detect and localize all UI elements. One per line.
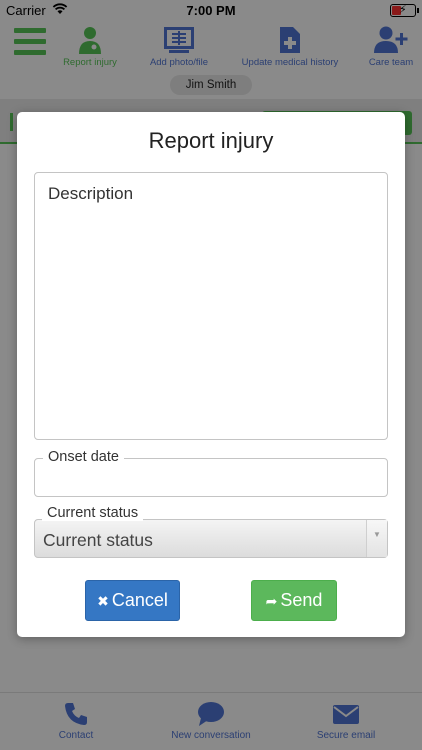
toolbar-item-label: Update medical history [241, 57, 339, 68]
phone-icon [65, 703, 87, 725]
bottom-item-label: New conversation [171, 730, 251, 741]
toolbar-update-medical-history[interactable]: Update medical history [238, 26, 342, 68]
send-label: Send [280, 590, 323, 610]
current-status-select[interactable]: Current status ▼ [34, 519, 388, 558]
toolbar-item-label: Care team [368, 57, 414, 68]
chevron-down-icon[interactable]: ▼ [366, 520, 387, 557]
cancel-button[interactable]: ✖ Cancel [85, 580, 180, 621]
toolbar-add-photo[interactable]: Add photo/file [146, 26, 212, 68]
toolbar-care-team[interactable]: Care team [366, 26, 416, 68]
current-status-label: Current status [42, 505, 144, 521]
current-status-value: Current status [43, 530, 153, 550]
bottom-bar: Contact New conversation Secure email [0, 692, 422, 750]
description-placeholder: Description [48, 184, 134, 203]
close-icon: ✖ [97, 593, 109, 609]
bottom-contact[interactable]: Contact [52, 701, 100, 741]
doctor-icon [79, 27, 101, 54]
bottom-new-conversation[interactable]: New conversation [165, 701, 257, 741]
add-user-icon [374, 26, 408, 53]
toolbar-item-label: Report injury [63, 57, 117, 68]
top-toolbar: Report injury Add photo/file Update medi… [0, 22, 422, 72]
cancel-label: Cancel [111, 590, 168, 610]
bottom-item-label: Secure email [316, 730, 376, 741]
description-textarea[interactable]: Description [34, 172, 388, 440]
envelope-icon [333, 705, 359, 724]
bottom-secure-email[interactable]: Secure email [313, 701, 379, 741]
patient-name-badge[interactable]: Jim Smith [170, 75, 252, 95]
bottom-item-label: Contact [58, 730, 94, 741]
chat-bubble-icon [198, 702, 224, 726]
medical-file-icon [280, 27, 300, 53]
toolbar-item-label: Add photo/file [149, 57, 209, 68]
send-button[interactable]: ➦ Send [251, 580, 337, 621]
xray-icon [164, 27, 194, 53]
dialog-title: Report injury [148, 128, 274, 153]
battery-icon: ⚡ [390, 4, 419, 17]
onset-date-field[interactable]: Onset date [34, 449, 388, 497]
clock: 7:00 PM [186, 3, 236, 18]
status-bar: Carrier 7:00 PM ⚡ [0, 0, 422, 22]
onset-date-label: Onset date [43, 449, 124, 465]
hamburger-menu-icon[interactable] [14, 28, 46, 58]
toolbar-report-injury[interactable]: Report injury [61, 26, 119, 68]
share-arrow-icon: ➦ [265, 593, 278, 609]
report-injury-dialog: Report injury Description Onset date Cur… [17, 112, 405, 637]
